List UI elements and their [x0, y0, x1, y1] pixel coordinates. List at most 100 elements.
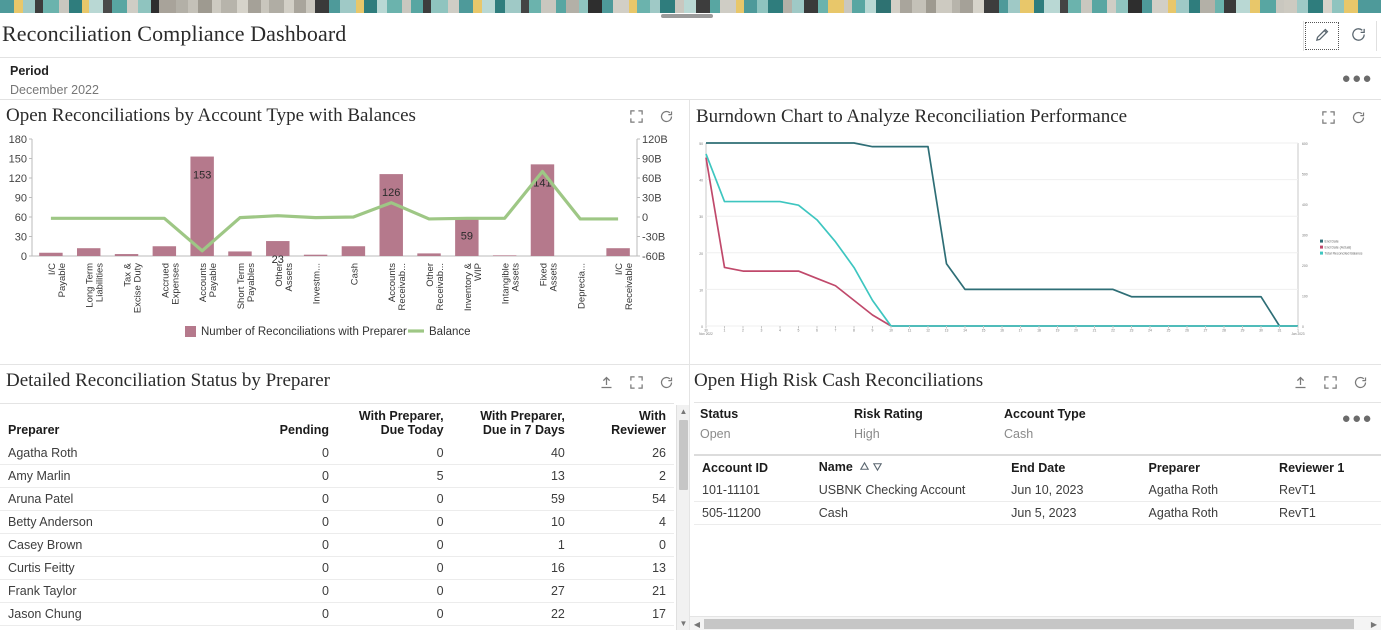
filter-value[interactable]: High	[854, 427, 923, 441]
high-risk-table: Account ID Name End Date Preparer Reviewer 1…	[694, 456, 1381, 525]
cell-with_reviewer[interactable]: 13	[572, 556, 674, 580]
column-header-4[interactable]: Reviewer 1	[1271, 456, 1381, 479]
cell-reviewer1[interactable]: RevT1	[1271, 478, 1381, 502]
cell-due_7days[interactable]: 13	[451, 464, 573, 488]
maximize-button[interactable]	[1321, 375, 1339, 393]
column-header-3[interactable]: Preparer	[1141, 456, 1272, 479]
table-row[interactable]: Casey Brown 0 0 1 0	[0, 533, 674, 557]
cell-due_7days[interactable]: 40	[451, 441, 573, 465]
refresh-icon	[659, 375, 674, 393]
scrollbar-thumb[interactable]	[704, 619, 1354, 629]
table-row[interactable]: Aruna Patel 0 0 59 54	[0, 487, 674, 511]
cell-name[interactable]: USBNK Checking Account	[810, 478, 1004, 502]
cell-preparer: Amy Marlin	[0, 464, 230, 488]
cell-due_today[interactable]: 0	[336, 441, 452, 465]
refresh-button[interactable]	[657, 375, 675, 393]
cell-preparer[interactable]: Agatha Roth	[1140, 478, 1272, 502]
column-header-1[interactable]: Name	[811, 456, 1003, 479]
scroll-down-icon[interactable]: ▼	[677, 617, 689, 630]
column-header-2[interactable]: End Date	[1003, 456, 1140, 479]
maximize-button[interactable]	[627, 109, 645, 127]
column-header-4[interactable]: With Reviewer	[573, 405, 674, 442]
scroll-left-icon[interactable]: ◀	[690, 617, 704, 630]
export-button[interactable]	[1291, 375, 1309, 393]
table-row[interactable]: Jason Chung 0 0 22 17	[0, 602, 674, 626]
cell-due_7days[interactable]: 1	[451, 533, 573, 557]
cell-pending[interactable]: 0	[229, 487, 337, 511]
cell-pending[interactable]: 0	[229, 510, 337, 534]
cell-pending[interactable]: 0	[229, 602, 337, 626]
svg-text:30B: 30B	[642, 193, 662, 205]
bar-chart-canvas[interactable]: 0 30 60 90 120 150 180 -60B -30B 0 30B 60B 90B 120B 15…	[0, 134, 689, 359]
table-row[interactable]: Agatha Roth 0 0 40 26	[0, 441, 674, 465]
svg-text:Receivable: Receivable	[624, 263, 635, 310]
cell-due_today[interactable]: 0	[336, 556, 452, 580]
scroll-up-icon[interactable]: ▲	[677, 405, 689, 418]
cell-pending[interactable]: 0	[229, 441, 337, 465]
cell-with_reviewer[interactable]: 0	[572, 533, 674, 557]
refresh-button[interactable]	[657, 109, 675, 127]
high-risk-horizontal-scrollbar[interactable]: ◀ ▶	[690, 616, 1381, 630]
cell-preparer[interactable]: Agatha Roth	[1140, 501, 1272, 525]
period-value[interactable]: December 2022	[10, 83, 99, 97]
scroll-right-icon[interactable]: ▶	[1367, 617, 1381, 630]
svg-text:180: 180	[9, 134, 27, 146]
cell-due_today[interactable]: 0	[336, 487, 452, 511]
cell-due_today[interactable]: 0	[336, 602, 452, 626]
column-header-3[interactable]: With Preparer, Due in 7 Days	[452, 405, 573, 442]
cell-due_today[interactable]: 0	[336, 533, 452, 557]
table-row[interactable]: Frank Taylor 0 0 27 21	[0, 579, 674, 603]
cell-pending[interactable]: 0	[229, 579, 337, 603]
sort-ascending-icon[interactable]	[859, 461, 870, 475]
cell-due_7days[interactable]: 10	[451, 510, 573, 534]
maximize-button[interactable]	[1319, 110, 1337, 128]
table-row[interactable]: 505-11200 Cash Jun 5, 2023 Agatha Roth RevT1	[694, 501, 1381, 525]
cell-with_reviewer[interactable]: 21	[572, 579, 674, 603]
cell-with_reviewer[interactable]: 26	[572, 441, 674, 465]
cell-pending[interactable]: 0	[229, 533, 337, 557]
panel-title: Detailed Reconciliation Status by Prepar…	[6, 370, 330, 391]
table-row[interactable]: Amy Marlin 0 5 13 2	[0, 464, 674, 488]
overflow-menu-icon[interactable]: ●●●	[1342, 411, 1373, 426]
preparer-table-scrollbar[interactable]: ▲ ▼	[676, 405, 689, 630]
cell-pending[interactable]: 0	[229, 464, 337, 488]
cell-with_reviewer[interactable]: 54	[572, 487, 674, 511]
svg-text:Number of Reconciliations with: Number of Reconciliations with Preparer	[201, 326, 407, 338]
table-row[interactable]: Curtis Feitty 0 0 16 13	[0, 556, 674, 580]
burndown-chart-canvas[interactable]: 01020304050010020030040050060030Nov 2022…	[690, 134, 1381, 359]
cell-with_reviewer[interactable]: 2	[572, 464, 674, 488]
column-header-2[interactable]: With Preparer, Due Today	[337, 405, 452, 442]
cell-with_reviewer[interactable]: 17	[572, 602, 674, 626]
column-header-0[interactable]: Account ID	[694, 456, 811, 479]
refresh-button[interactable]	[1349, 110, 1367, 128]
refresh-button[interactable]	[1340, 21, 1376, 51]
period-label: Period	[10, 64, 49, 78]
refresh-button[interactable]	[1351, 375, 1369, 393]
overflow-menu-icon[interactable]: ●●●	[1342, 71, 1373, 86]
sort-descending-icon[interactable]	[872, 461, 883, 475]
cell-pending[interactable]: 0	[229, 556, 337, 580]
cell-due_today[interactable]: 5	[336, 464, 452, 488]
maximize-button[interactable]	[627, 375, 645, 393]
scrollbar-thumb[interactable]	[679, 420, 688, 490]
cell-due_7days[interactable]: 22	[451, 602, 573, 626]
cell-due_7days[interactable]: 59	[451, 487, 573, 511]
export-button[interactable]	[597, 375, 615, 393]
filter-value[interactable]: Open	[700, 427, 738, 441]
cell-name[interactable]: Cash	[810, 501, 1004, 525]
cell-with_reviewer[interactable]: 4	[572, 510, 674, 534]
cell-reviewer1[interactable]: RevT1	[1271, 501, 1381, 525]
edit-button[interactable]	[1304, 21, 1340, 51]
cell-due_7days[interactable]: 27	[451, 579, 573, 603]
table-row[interactable]: 101-11101 USBNK Checking Account Jun 10, 2…	[694, 478, 1381, 502]
table-row[interactable]: Betty Anderson 0 0 10 4	[0, 510, 674, 534]
svg-text:20: 20	[699, 252, 703, 256]
column-header-0[interactable]: Preparer	[0, 405, 229, 442]
svg-text:24: 24	[1148, 329, 1152, 333]
cell-due_today[interactable]: 0	[336, 510, 452, 534]
column-header-1[interactable]: Pending	[229, 405, 337, 442]
filter-value[interactable]: Cash	[1004, 427, 1086, 441]
svg-text:21: 21	[1093, 329, 1097, 333]
cell-due_7days[interactable]: 16	[451, 556, 573, 580]
cell-due_today[interactable]: 0	[336, 579, 452, 603]
